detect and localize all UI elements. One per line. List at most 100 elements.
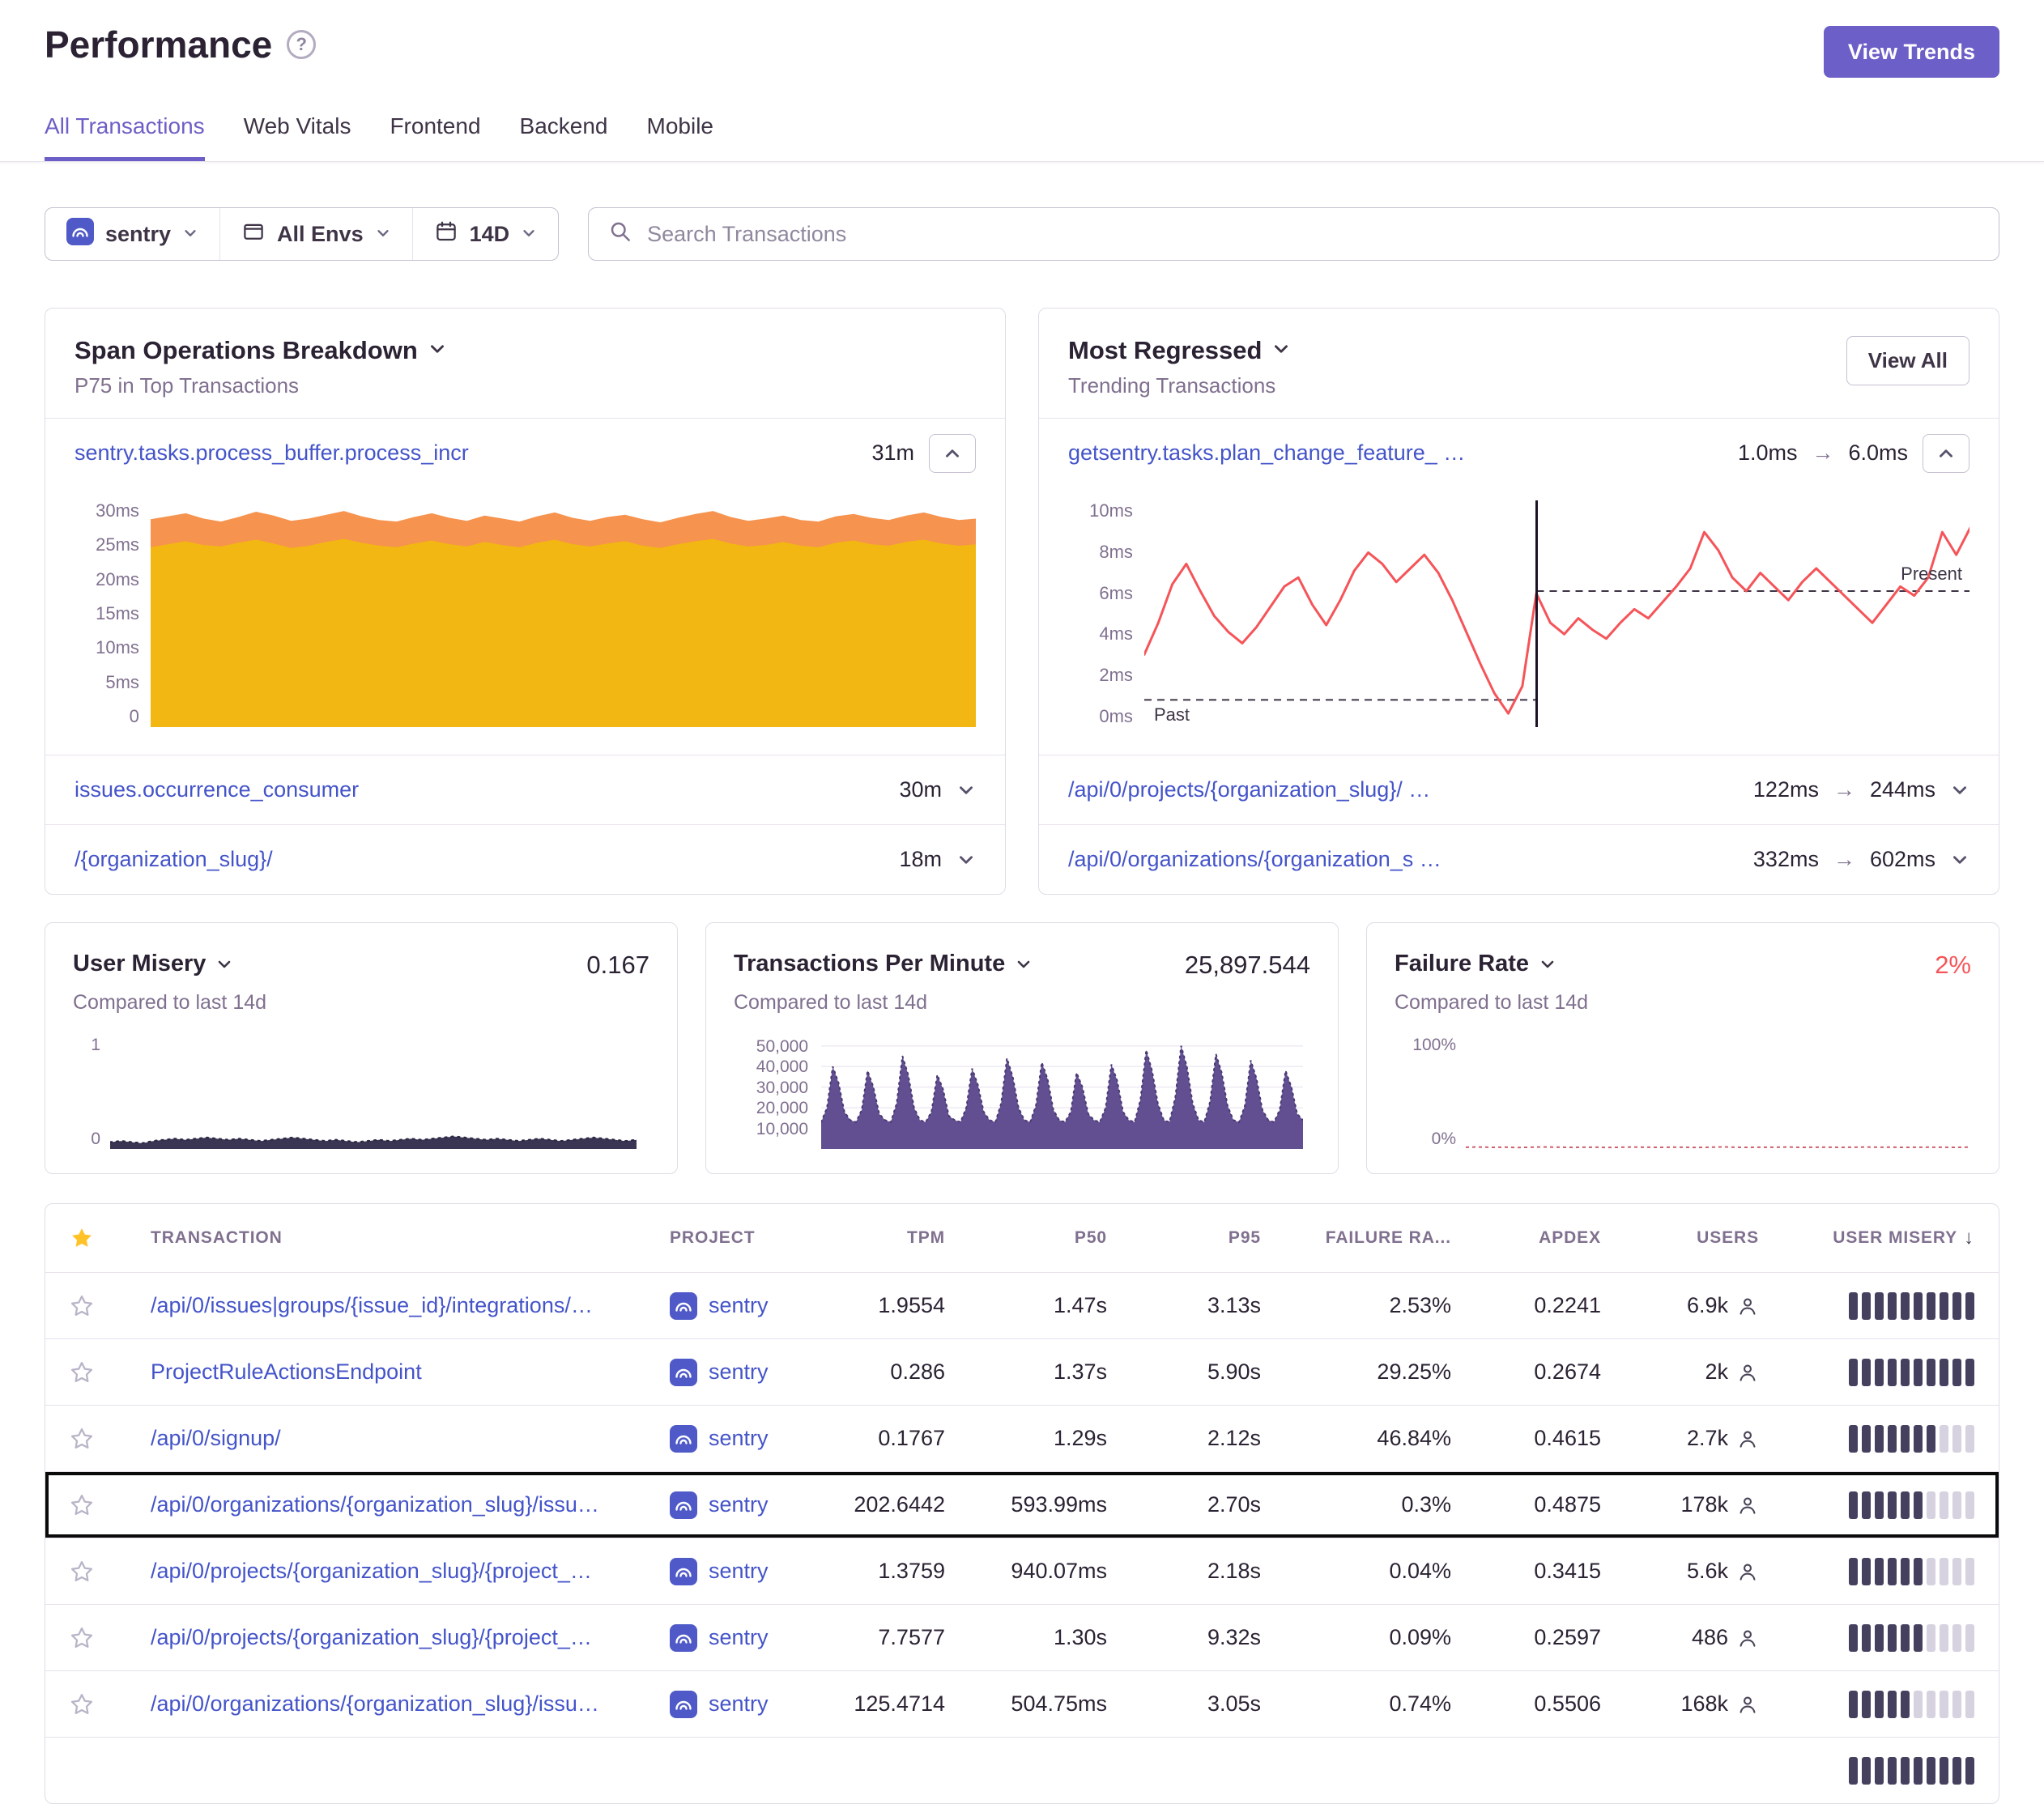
misery-bar [1888,1491,1897,1519]
misery-bar [1862,1292,1871,1320]
column-header-p50[interactable]: P50 [963,1228,1125,1248]
metric-card-failure-rate: Failure Rate2%Compared to last 14d100%0% [1366,922,1999,1174]
misery-bar [1888,1624,1897,1652]
transaction-link[interactable]: ProjectRuleActionsEndpoint [151,1359,422,1384]
column-header-misery[interactable]: USER MISERY↓ [1777,1227,1999,1249]
project-link[interactable]: sentry [709,1293,769,1318]
span-op-link[interactable]: /{organization_slug}/ [75,847,273,872]
span-op-link[interactable]: sentry.tasks.process_buffer.process_incr [75,440,469,466]
span-op-collapse-button[interactable] [929,434,976,473]
transaction-link[interactable]: /api/0/signup/ [151,1426,281,1450]
span-operations-panel: Span Operations Breakdown P75 in Top Tra… [45,308,1006,895]
transaction-link[interactable]: /api/0/organizations/{organization_slug}… [151,1492,599,1517]
regressed-expand-button[interactable] [1950,850,1969,870]
regressed-from-value: 1.0ms [1738,440,1798,466]
star-icon[interactable] [70,1559,94,1584]
transaction-link[interactable]: /api/0/projects/{organization_slug}/{pro… [151,1559,592,1583]
metric-value: 2% [1935,951,1971,980]
search-input[interactable] [647,222,1979,247]
page-title: Performance [45,23,272,66]
regressed-chart-canvas: PastPresent [1144,500,1969,727]
column-header-failure[interactable]: FAILURE RA... [1279,1228,1469,1248]
column-header-users[interactable]: USERS [1619,1228,1777,1248]
star-icon[interactable] [70,1294,94,1318]
tab-all-transactions[interactable]: All Transactions [45,113,205,161]
span-ops-title[interactable]: Span Operations Breakdown [75,336,447,365]
transaction-link[interactable]: /api/0/projects/{organization_slug}/{pro… [151,1625,592,1649]
user_misery-chart: 10 [73,1036,649,1149]
project-link[interactable]: sentry [709,1492,769,1517]
project-link[interactable]: sentry [709,1426,769,1451]
span-op-link[interactable]: issues.occurrence_consumer [75,777,359,802]
panels-row: Span Operations Breakdown P75 in Top Tra… [45,308,1999,895]
most-regressed-title[interactable]: Most Regressed [1068,336,1291,365]
metric-title[interactable]: User Misery [73,951,233,977]
view-all-button[interactable]: View All [1846,336,1969,385]
misery-bar [1862,1558,1871,1585]
column-header-star[interactable] [45,1226,118,1250]
misery-bar [1965,1757,1974,1785]
apdex-cell: 0.5506 [1469,1691,1619,1717]
table-row[interactable]: /api/0/organizations/{organization_slug}… [45,1670,1999,1737]
users-cell: 2k [1619,1359,1777,1385]
star-icon[interactable] [70,1626,94,1650]
column-header-p95[interactable]: P95 [1125,1228,1279,1248]
project-cell: sentry [655,1491,825,1519]
misery-bar [1927,1491,1935,1519]
users-count: 486 [1692,1625,1728,1650]
table-row[interactable]: /api/0/projects/{organization_slug}/{pro… [45,1538,1999,1604]
table-row[interactable]: /api/0/projects/{organization_slug}/{pro… [45,1604,1999,1670]
tab-backend[interactable]: Backend [520,113,608,161]
regressed-link[interactable]: /api/0/projects/{organization_slug}/ … [1068,777,1430,802]
metric-title[interactable]: Failure Rate [1395,951,1556,977]
project-link[interactable]: sentry [709,1625,769,1650]
misery-bar [1927,1691,1935,1718]
axis-tick: 20ms [96,569,139,590]
date-range-filter[interactable]: 14D [412,208,559,260]
project-link[interactable]: sentry [709,1559,769,1584]
regressed-expand-button[interactable] [1950,781,1969,800]
column-header-tpm[interactable]: TPM [825,1228,963,1248]
tab-mobile[interactable]: Mobile [647,113,713,161]
help-icon[interactable]: ? [287,30,316,59]
misery-bar [1914,1558,1923,1585]
misery-bar [1914,1757,1923,1785]
p95-cell: 3.05s [1125,1691,1279,1717]
regressed-link[interactable]: /api/0/organizations/{organization_s … [1068,847,1441,872]
star-filled-icon[interactable] [70,1226,94,1250]
column-header-apdex[interactable]: APDEX [1469,1228,1619,1248]
star-icon[interactable] [70,1692,94,1717]
metric-title[interactable]: Transactions Per Minute [734,951,1033,977]
environments-icon [241,219,266,249]
most-regressed-head: Most Regressed Trending Transactions Vie… [1039,308,1999,418]
span-op-expand-button[interactable] [956,850,976,870]
project-link[interactable]: sentry [709,1691,769,1717]
view-trends-button[interactable]: View Trends [1824,26,1999,78]
transactions-table: TRANSACTIONPROJECTTPMP50P95FAILURE RA...… [45,1203,1999,1804]
project-link[interactable]: sentry [709,1359,769,1385]
table-row[interactable]: ProjectRuleActionsEndpointsentry0.2861.3… [45,1338,1999,1405]
column-header-project[interactable]: PROJECT [655,1228,825,1248]
span-op-expand-button[interactable] [956,781,976,800]
column-header-transaction[interactable]: TRANSACTION [118,1228,655,1248]
table-row[interactable]: /api/0/organizations/{organization_slug}… [45,1471,1999,1538]
tab-frontend[interactable]: Frontend [390,113,480,161]
regressed-link[interactable]: getsentry.tasks.plan_change_feature_ … [1068,440,1465,466]
transaction-link[interactable]: /api/0/issues|groups/{issue_id}/integrat… [151,1293,593,1317]
project-filter[interactable]: sentry [45,208,219,260]
transaction-link[interactable]: /api/0/organizations/{organization_slug}… [151,1691,599,1716]
regressed-collapse-button[interactable] [1923,434,1969,473]
misery-bar [1965,1491,1974,1519]
environment-filter[interactable]: All Envs [219,208,412,260]
star-icon[interactable] [70,1360,94,1385]
table-row[interactable] [45,1737,1999,1803]
table-row[interactable]: /api/0/issues|groups/{issue_id}/integrat… [45,1272,1999,1338]
misery-bar [1952,1624,1961,1652]
axis-tick: 2ms [1099,665,1133,686]
tab-web-vitals[interactable]: Web Vitals [244,113,351,161]
star-icon[interactable] [70,1493,94,1517]
table-row[interactable]: /api/0/signup/sentry0.17671.29s2.12s46.8… [45,1405,1999,1471]
svg-text:Present: Present [1901,564,1962,584]
star-icon[interactable] [70,1427,94,1451]
metric-title-label: User Misery [73,951,206,977]
